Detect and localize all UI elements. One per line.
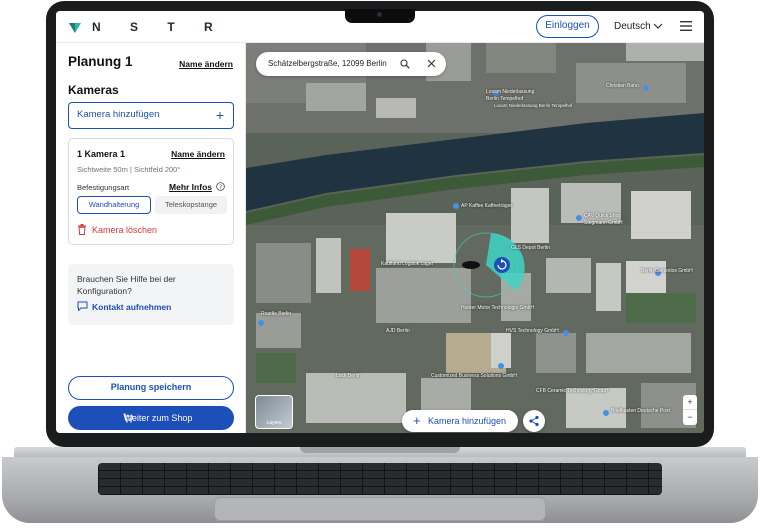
map-add-camera-label: Kamera hinzufügen — [428, 416, 507, 426]
delete-camera-button[interactable]: Kamera löschen — [77, 225, 157, 235]
map-label: Stegmann GmbH — [584, 220, 623, 226]
trackpad — [214, 497, 546, 521]
zoom-control: + − — [683, 395, 697, 425]
map-label: Roadie Berlin — [261, 311, 292, 317]
close-icon[interactable] — [427, 59, 436, 68]
continue-to-shop-button[interactable]: Weiter zum Shop — [68, 406, 234, 430]
satellite-map[interactable]: Loxam Niederlassung Berlin Tempelhof Lox… — [246, 43, 704, 433]
layers-toggle[interactable]: Layers — [255, 395, 293, 429]
planning-sidebar: Planung 1 Name ändern Kameras Kamera hin… — [56, 43, 246, 433]
help-text: Brauchen Sie Hilfe bei der Konfiguration… — [77, 274, 176, 296]
zoom-out-button[interactable]: − — [683, 410, 697, 425]
zoom-in-button[interactable]: + — [683, 395, 697, 410]
camera-marker[interactable] — [462, 261, 480, 269]
address-search-input[interactable]: Schätzelbergstraße, 12099 Berlin — [268, 59, 387, 68]
logo-wordmark: N S T R — [92, 20, 226, 34]
camera-notch — [345, 9, 415, 23]
map-add-camera-button[interactable]: + Kamera hinzufügen — [402, 410, 518, 432]
add-camera-label: Kamera hinzufügen — [77, 109, 160, 120]
address-search[interactable]: Schätzelbergstraße, 12099 Berlin — [256, 52, 446, 76]
layers-label: Layers — [266, 420, 282, 426]
map-label: Berlin Tempelhof — [486, 96, 524, 102]
mount-type-label: Befestigungsart — [77, 183, 130, 192]
map-label: AP Kaffee Kaffeeträger — [461, 203, 513, 209]
add-camera-button[interactable]: Kamera hinzufügen + — [68, 102, 234, 129]
map-label: Briefkasten Deutsche Post — [611, 408, 670, 414]
save-plan-button[interactable]: Planung speichern — [68, 376, 234, 400]
help-box: Brauchen Sie Hilfe bei der Konfiguration… — [68, 264, 234, 325]
map-label: Loxam Niederlassung — [486, 89, 535, 95]
map-label: CFB Ceramic Technology GmbH — [536, 388, 609, 394]
plus-icon: + — [215, 107, 224, 123]
app-screen: N S T R Einloggen Deutsch Planung 1 Name… — [56, 11, 704, 433]
keyboard — [98, 463, 662, 495]
plus-icon: + — [413, 413, 421, 428]
share-button[interactable] — [523, 410, 545, 432]
map-label: Christian Bahn — [606, 83, 639, 89]
map-label: Berlin Gartenlos GmbH — [641, 268, 693, 274]
logo-icon — [69, 23, 81, 33]
search-icon[interactable] — [400, 59, 410, 69]
laptop-hinge — [300, 447, 460, 453]
chevron-down-icon[interactable] — [653, 21, 663, 31]
mount-option-pole[interactable]: Teleskopstange — [155, 196, 227, 214]
hamburger-menu-icon[interactable] — [680, 21, 692, 31]
laptop-deck — [2, 457, 758, 523]
map-label: Customized Business Solutions GmbH — [431, 373, 517, 379]
camera-rename-link[interactable]: Name ändern — [171, 149, 225, 159]
language-selector[interactable]: Deutsch — [614, 21, 651, 32]
laptop-base — [0, 447, 760, 529]
info-icon[interactable]: ? — [216, 182, 225, 191]
map-label: Loxam Niederlassung Berlin Tempelhof — [494, 103, 573, 108]
cart-icon — [123, 413, 133, 423]
shop-button-label: Weiter zum Shop — [123, 413, 193, 423]
plan-rename-link[interactable]: Name ändern — [179, 59, 233, 69]
map-label: AJD Berlin — [386, 328, 410, 334]
map-label: Kaufland Logistik Lager — [381, 261, 434, 267]
camera-name: 1 Kamera 1 — [77, 149, 126, 159]
rotate-handle[interactable] — [494, 257, 510, 273]
map-label: Hunter Motor Technologie GmbH — [461, 305, 534, 311]
plan-title: Planung 1 — [68, 54, 133, 69]
chat-icon[interactable] — [77, 301, 88, 311]
more-info-link[interactable]: Mehr Infos — [169, 182, 212, 192]
map-label: HVS Technology GmbH — [506, 328, 559, 334]
contact-link[interactable]: Kontakt aufnehmen — [92, 302, 171, 312]
cameras-heading: Kameras — [68, 83, 119, 97]
map-label: CAV Quick Shop — [584, 213, 622, 219]
camera-specs: Sichtweite 50m | Sichtfeld 200° — [77, 165, 181, 174]
share-icon — [529, 415, 539, 427]
mount-option-wall[interactable]: Wandhalterung — [77, 196, 151, 214]
login-button[interactable]: Einloggen — [536, 15, 599, 38]
map-label: GLS Depot Berlin — [511, 245, 550, 251]
camera-card: 1 Kamera 1 Name ändern Sichtweite 50m | … — [68, 138, 234, 245]
webcam-icon — [377, 12, 382, 17]
map-label: Lock Berlin — [336, 373, 361, 379]
svg-text:?: ? — [219, 185, 222, 191]
